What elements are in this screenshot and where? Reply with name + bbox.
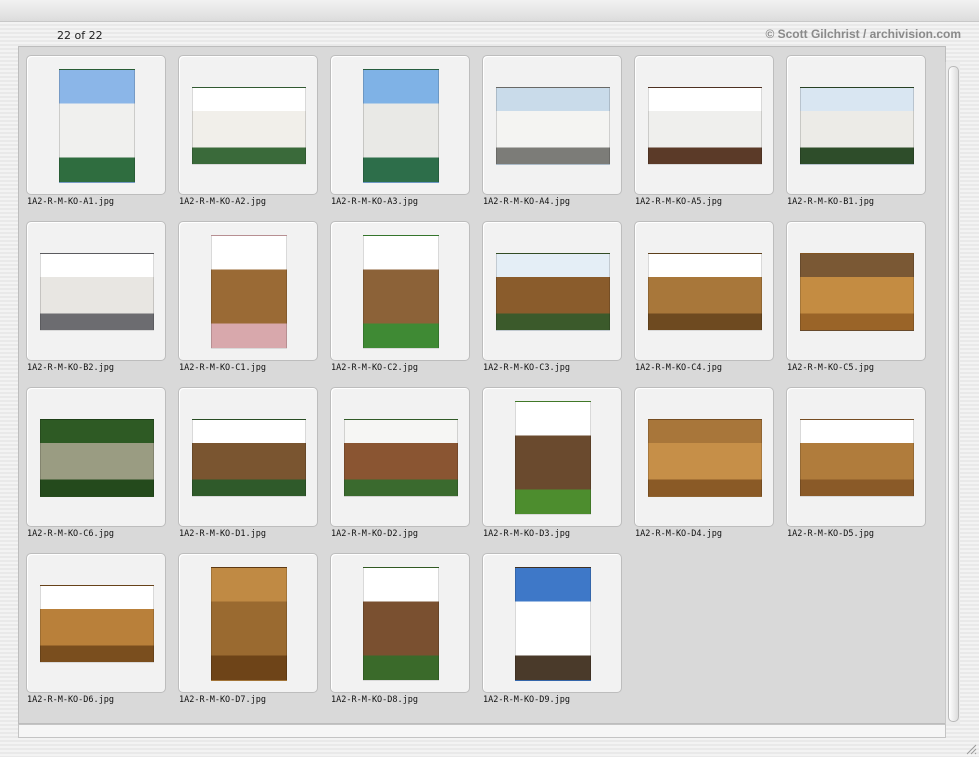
thumbnail-image[interactable]	[800, 253, 914, 331]
thumbnail-filename: 1A2-R-M-KO-C1.jpg	[179, 363, 266, 373]
window-top-strip	[0, 0, 979, 22]
slide-frame[interactable]	[786, 55, 926, 195]
thumbnail-item[interactable]: 1A2-R-M-KO-B1.jpg	[779, 47, 931, 207]
slide-frame[interactable]	[482, 55, 622, 195]
thumbnail-item[interactable]: 1A2-R-M-KO-A3.jpg	[323, 47, 475, 207]
thumbnail-filename: 1A2-R-M-KO-A4.jpg	[483, 197, 570, 207]
slide-frame[interactable]	[786, 221, 926, 361]
slide-frame[interactable]	[178, 387, 318, 527]
thumbnail-image[interactable]	[515, 567, 591, 681]
image-counter: 22 of 22	[57, 29, 103, 42]
thumbnail-image[interactable]	[363, 235, 439, 349]
slide-frame[interactable]	[482, 387, 622, 527]
thumbnail-image[interactable]	[192, 87, 306, 165]
slide-frame[interactable]	[330, 55, 470, 195]
thumbnail-image[interactable]	[363, 69, 439, 183]
thumbnail-image[interactable]	[515, 401, 591, 515]
horizontal-scroll-track[interactable]	[18, 724, 946, 738]
slide-frame[interactable]	[178, 553, 318, 693]
thumbnail-item[interactable]: 1A2-R-M-KO-C6.jpg	[19, 379, 171, 539]
thumbnail-image[interactable]	[40, 585, 154, 663]
thumbnail-image[interactable]	[648, 419, 762, 497]
thumbnail-item[interactable]: 1A2-R-M-KO-A5.jpg	[627, 47, 779, 207]
thumbnail-filename: 1A2-R-M-KO-B1.jpg	[787, 197, 874, 207]
thumbnail-filename: 1A2-R-M-KO-A5.jpg	[635, 197, 722, 207]
thumbnail-filename: 1A2-R-M-KO-C5.jpg	[787, 363, 874, 373]
thumbnail-item[interactable]: 1A2-R-M-KO-C1.jpg	[171, 213, 323, 373]
thumbnail-image[interactable]	[211, 235, 287, 349]
thumbnail-image[interactable]	[344, 419, 458, 497]
thumbnail-filename: 1A2-R-M-KO-C3.jpg	[483, 363, 570, 373]
thumbnail-filename: 1A2-R-M-KO-D5.jpg	[787, 529, 874, 539]
thumbnail-filename: 1A2-R-M-KO-C6.jpg	[27, 529, 114, 539]
thumbnail-image[interactable]	[800, 87, 914, 165]
thumbnail-image[interactable]	[40, 419, 154, 497]
slide-frame[interactable]	[26, 387, 166, 527]
thumbnail-item[interactable]: 1A2-R-M-KO-D5.jpg	[779, 379, 931, 539]
thumbnail-item[interactable]: 1A2-R-M-KO-D4.jpg	[627, 379, 779, 539]
thumbnail-filename: 1A2-R-M-KO-D8.jpg	[331, 695, 418, 705]
slide-frame[interactable]	[482, 553, 622, 693]
thumbnail-item[interactable]: 1A2-R-M-KO-A2.jpg	[171, 47, 323, 207]
thumbnail-image[interactable]	[496, 253, 610, 331]
thumbnail-item[interactable]: 1A2-R-M-KO-D8.jpg	[323, 545, 475, 705]
thumbnail-image[interactable]	[40, 253, 154, 331]
thumbnail-filename: 1A2-R-M-KO-A1.jpg	[27, 197, 114, 207]
slide-frame[interactable]	[178, 221, 318, 361]
thumbnail-filename: 1A2-R-M-KO-A3.jpg	[331, 197, 418, 207]
thumbnail-grid: 1A2-R-M-KO-A1.jpg 1A2-R-M-KO-A2.jpg 1A2-R-…	[18, 46, 946, 724]
thumbnail-item[interactable]: 1A2-R-M-KO-C4.jpg	[627, 213, 779, 373]
thumbnail-item[interactable]: 1A2-R-M-KO-D3.jpg	[475, 379, 627, 539]
thumbnail-image[interactable]	[496, 87, 610, 165]
thumbnail-filename: 1A2-R-M-KO-C4.jpg	[635, 363, 722, 373]
slide-frame[interactable]	[330, 387, 470, 527]
thumbnail-item[interactable]: 1A2-R-M-KO-D6.jpg	[19, 545, 171, 705]
thumbnail-item[interactable]: 1A2-R-M-KO-D9.jpg	[475, 545, 627, 705]
thumbnail-item[interactable]: 1A2-R-M-KO-C3.jpg	[475, 213, 627, 373]
vertical-scrollbar[interactable]	[945, 62, 960, 724]
thumbnail-filename: 1A2-R-M-KO-D1.jpg	[179, 529, 266, 539]
thumbnail-filename: 1A2-R-M-KO-D3.jpg	[483, 529, 570, 539]
thumbnail-image[interactable]	[648, 253, 762, 331]
slide-frame[interactable]	[634, 387, 774, 527]
slide-frame[interactable]	[634, 55, 774, 195]
thumbnail-filename: 1A2-R-M-KO-D4.jpg	[635, 529, 722, 539]
thumbnail-filename: 1A2-R-M-KO-C2.jpg	[331, 363, 418, 373]
slide-frame[interactable]	[26, 221, 166, 361]
slide-frame[interactable]	[482, 221, 622, 361]
thumbnail-image[interactable]	[59, 69, 135, 183]
scrollbar-thumb[interactable]	[948, 66, 959, 722]
thumbnail-image[interactable]	[192, 419, 306, 497]
thumbnail-item[interactable]: 1A2-R-M-KO-D7.jpg	[171, 545, 323, 705]
slide-frame[interactable]	[330, 221, 470, 361]
thumbnail-image[interactable]	[211, 567, 287, 681]
header-bar: 22 of 22 © Scott Gilchrist / archivision…	[0, 22, 979, 46]
copyright-credit: © Scott Gilchrist / archivision.com	[765, 27, 961, 41]
thumbnail-filename: 1A2-R-M-KO-D7.jpg	[179, 695, 266, 705]
thumbnail-image[interactable]	[363, 567, 439, 681]
slide-frame[interactable]	[26, 55, 166, 195]
resize-grip-icon[interactable]	[964, 742, 977, 755]
thumbnail-image[interactable]	[648, 87, 762, 165]
slide-frame[interactable]	[634, 221, 774, 361]
thumbnail-item[interactable]: 1A2-R-M-KO-D1.jpg	[171, 379, 323, 539]
thumbnail-filename: 1A2-R-M-KO-D2.jpg	[331, 529, 418, 539]
slide-frame[interactable]	[178, 55, 318, 195]
thumbnail-filename: 1A2-R-M-KO-D9.jpg	[483, 695, 570, 705]
thumbnail-item[interactable]: 1A2-R-M-KO-A4.jpg	[475, 47, 627, 207]
thumbnail-item[interactable]: 1A2-R-M-KO-B2.jpg	[19, 213, 171, 373]
slide-frame[interactable]	[330, 553, 470, 693]
thumbnail-item[interactable]: 1A2-R-M-KO-A1.jpg	[19, 47, 171, 207]
thumbnail-filename: 1A2-R-M-KO-D6.jpg	[27, 695, 114, 705]
thumbnail-image[interactable]	[800, 419, 914, 497]
slide-frame[interactable]	[786, 387, 926, 527]
thumbnail-item[interactable]: 1A2-R-M-KO-D2.jpg	[323, 379, 475, 539]
slide-frame[interactable]	[26, 553, 166, 693]
thumbnail-filename: 1A2-R-M-KO-A2.jpg	[179, 197, 266, 207]
thumbnail-item[interactable]: 1A2-R-M-KO-C2.jpg	[323, 213, 475, 373]
thumbnail-item[interactable]: 1A2-R-M-KO-C5.jpg	[779, 213, 931, 373]
thumbnail-filename: 1A2-R-M-KO-B2.jpg	[27, 363, 114, 373]
